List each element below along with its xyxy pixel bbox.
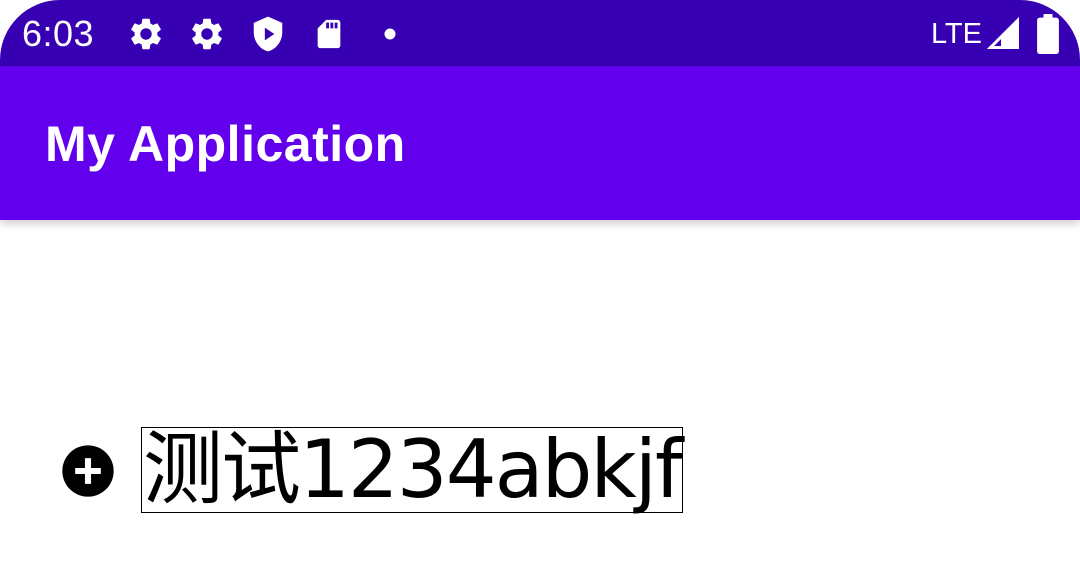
signal-strength-icon [986,16,1022,52]
status-bar: 6:03 LTE [0,0,1080,66]
text-box: 测试1234abkjf [141,427,683,513]
notification-dot-icon [370,14,410,54]
status-notification-icons [126,14,431,54]
network-type-label: LTE [930,18,982,50]
content-text: 测试1234abkjf [143,423,683,516]
settings-gear-icon [126,14,166,54]
battery-icon [1036,14,1060,54]
sd-card-icon [309,14,349,54]
content-row: 测试1234abkjf [60,426,683,514]
status-system-icons: LTE [931,14,1060,54]
app-bar: My Application [0,66,1080,220]
app-title: My Application [45,116,406,172]
add-circle-icon[interactable] [60,443,116,499]
settings-gear-icon [187,14,227,54]
play-protect-shield-icon [248,14,288,54]
screen: 6:03 LTE My Application 测试1234abkjf [0,0,1080,578]
status-time: 6:03 [22,13,95,54]
